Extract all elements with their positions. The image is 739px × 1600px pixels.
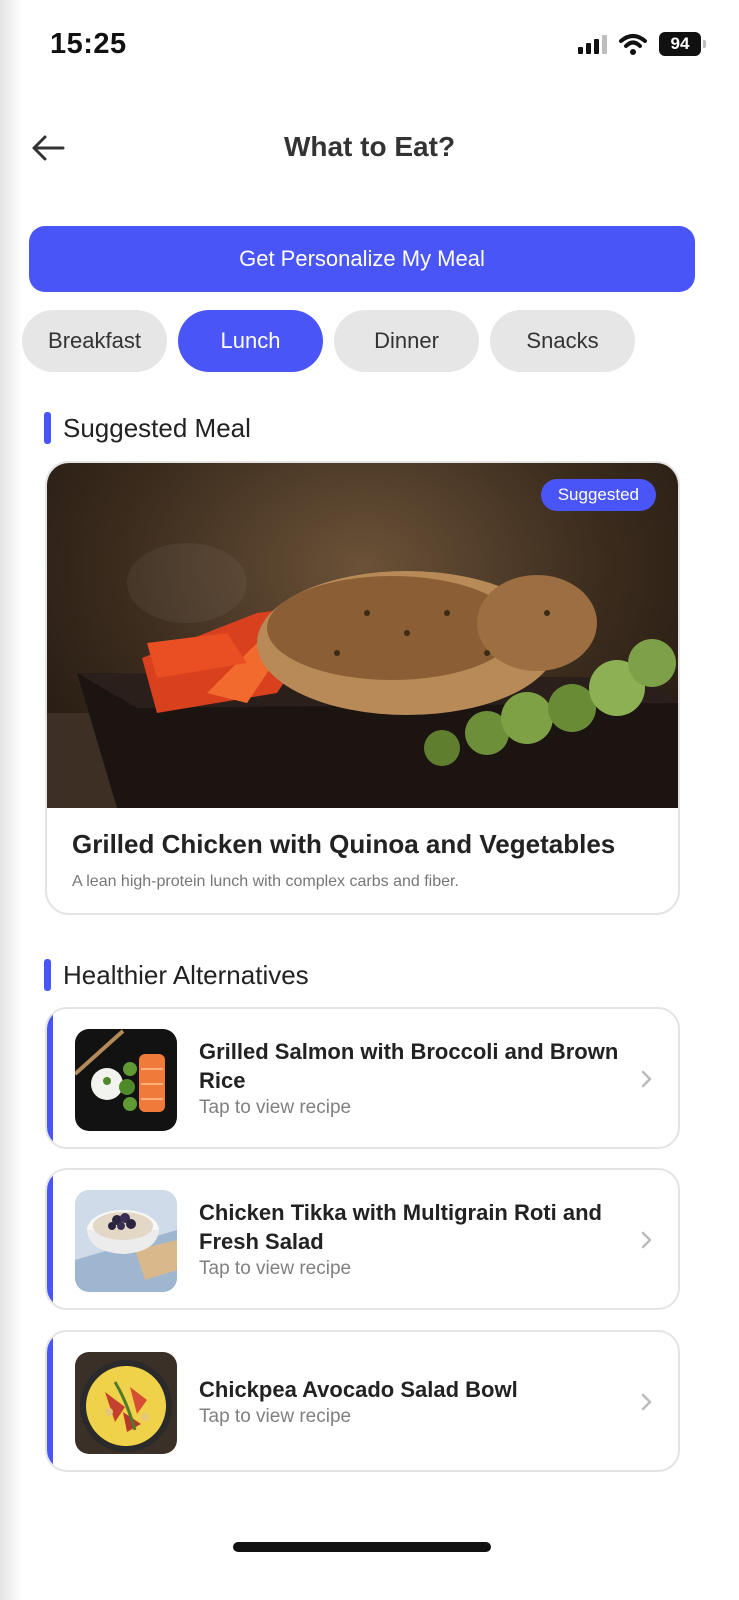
meal-description: A lean high-protein lunch with complex c… (72, 873, 459, 890)
wifi-icon (619, 34, 647, 55)
signal-icon (578, 34, 607, 54)
tab-snacks[interactable]: Snacks (490, 310, 635, 372)
alternative-title: Grilled Salmon with Broccoli and Brown R… (199, 1039, 619, 1093)
alternative-text: Chicken Tikka with Multigrain Roti and F… (199, 1170, 628, 1308)
chickpea-salad-thumbnail (75, 1352, 177, 1454)
alternative-item-chickpea-salad[interactable]: Chickpea Avocado Salad Bowl Tap to view … (45, 1330, 680, 1472)
tab-lunch[interactable]: Lunch (178, 310, 323, 372)
alternatives-heading: Healthier Alternatives (44, 959, 309, 991)
alternative-subtitle: Tap to view recipe (199, 1097, 352, 1118)
section-title: Healthier Alternatives (63, 959, 309, 990)
home-indicator[interactable] (233, 1542, 491, 1552)
alternative-item-salmon[interactable]: Grilled Salmon with Broccoli and Brown R… (45, 1007, 680, 1149)
status-bar: 15:25 94 (0, 0, 739, 90)
chevron-right-icon (641, 1393, 652, 1411)
suggested-meal-card[interactable]: Suggested Grilled Chicken with Quinoa an… (45, 461, 680, 915)
card-accent-bar (47, 1009, 53, 1147)
status-icons: 94 (578, 32, 706, 56)
personalize-meal-button[interactable]: Get Personalize My Meal (29, 226, 695, 292)
header: What to Eat? (0, 118, 739, 178)
section-title: Suggested Meal (63, 412, 251, 443)
alternative-title: Chickpea Avocado Salad Bowl (199, 1376, 518, 1402)
meal-image: Suggested (47, 463, 678, 808)
salmon-thumbnail (75, 1029, 177, 1131)
battery-icon: 94 (659, 32, 706, 56)
alternative-item-chicken-tikka[interactable]: Chicken Tikka with Multigrain Roti and F… (45, 1168, 680, 1310)
meal-name: Grilled Chicken with Quinoa and Vegetabl… (72, 829, 616, 859)
suggested-meal-heading: Suggested Meal (44, 412, 251, 444)
alternative-title: Chicken Tikka with Multigrain Roti and F… (199, 1200, 602, 1254)
meal-type-tabs: Breakfast Lunch Dinner Snacks (22, 310, 635, 372)
alternative-text: Chickpea Avocado Salad Bowl Tap to view … (199, 1332, 628, 1470)
screen-edge-shade (0, 0, 22, 1600)
tab-dinner[interactable]: Dinner (334, 310, 479, 372)
suggested-badge: Suggested (540, 479, 656, 511)
chicken-tikka-thumbnail (75, 1190, 177, 1292)
section-accent-bar (44, 412, 51, 444)
card-accent-bar (47, 1332, 53, 1470)
card-accent-bar (47, 1170, 53, 1308)
status-time: 15:25 (50, 28, 127, 60)
alternative-subtitle: Tap to view recipe (199, 1405, 352, 1427)
chevron-right-icon (641, 1231, 652, 1249)
battery-level: 94 (670, 34, 690, 53)
page-title: What to Eat? (283, 131, 456, 162)
chevron-right-icon (641, 1070, 652, 1088)
section-accent-bar (44, 959, 51, 991)
tab-breakfast[interactable]: Breakfast (22, 310, 167, 372)
alternative-subtitle: Tap to view recipe (199, 1258, 352, 1279)
alternative-text: Grilled Salmon with Broccoli and Brown R… (199, 1009, 628, 1147)
